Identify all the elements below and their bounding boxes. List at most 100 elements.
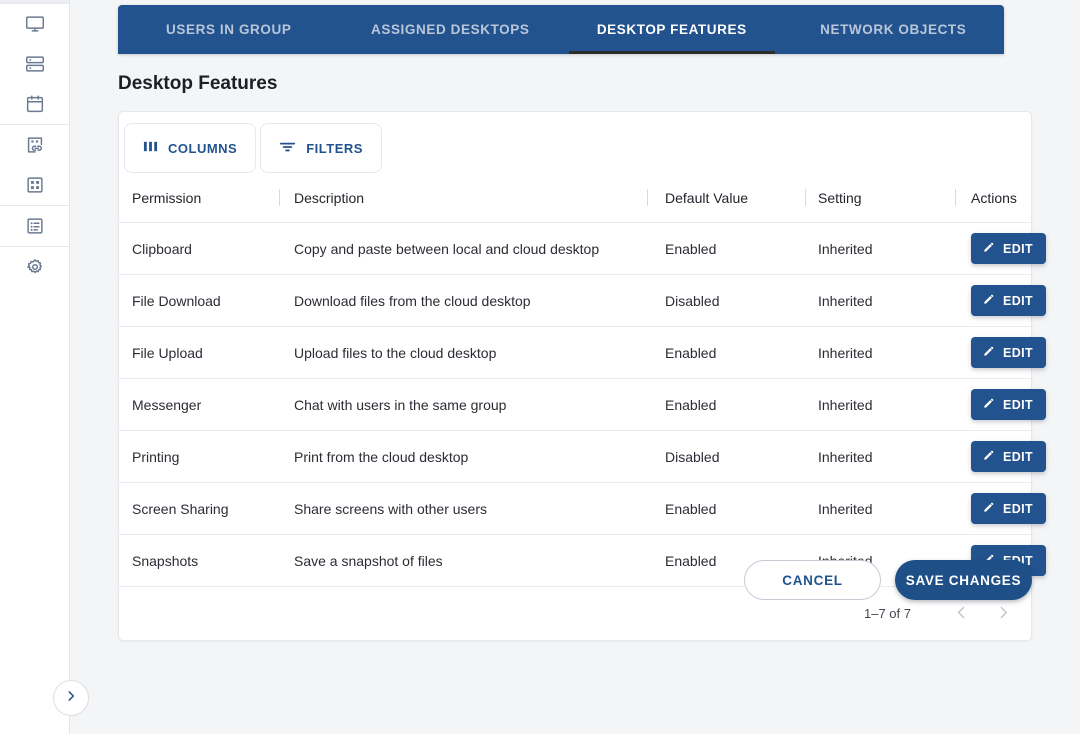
cell-description: Upload files to the cloud desktop: [279, 327, 647, 379]
pagination-prev-button[interactable]: [943, 596, 979, 632]
column-header-label: Actions: [971, 190, 1017, 206]
pagination-range: 1–7 of 7: [864, 606, 911, 621]
column-header-label: Setting: [818, 190, 862, 206]
tab-label: DESKTOP FEATURES: [597, 22, 747, 37]
sidebar-item-groups[interactable]: [0, 206, 69, 246]
cell-default-value: Enabled: [647, 379, 805, 431]
save-changes-button[interactable]: SAVE CHANGES: [895, 560, 1032, 600]
cell-setting: Inherited: [805, 275, 955, 327]
table-row: PrintingPrint from the cloud desktopDisa…: [119, 431, 1033, 483]
edit-button-label: EDIT: [1003, 450, 1033, 464]
tab-network-objects[interactable]: NETWORK OBJECTS: [783, 5, 1005, 54]
chevron-left-icon: [953, 604, 970, 624]
cell-actions: EDIT: [955, 483, 1033, 535]
cell-permission: Messenger: [119, 379, 279, 431]
sidebar-item-applications[interactable]: [0, 165, 69, 205]
cell-description: Download files from the cloud desktop: [279, 275, 647, 327]
columns-icon: [143, 139, 158, 157]
tab-label: ASSIGNED DESKTOPS: [371, 22, 529, 37]
sidebar-group: [0, 4, 69, 124]
desktop-features-page: USERS IN GROUP ASSIGNED DESKTOPS DESKTOP…: [0, 0, 1080, 734]
cell-default-value: Disabled: [647, 431, 805, 483]
cell-description: Copy and paste between local and cloud d…: [279, 223, 647, 275]
column-separator: [805, 189, 806, 206]
cell-setting: Inherited: [805, 431, 955, 483]
edit-button[interactable]: EDIT: [971, 389, 1046, 420]
monitor-icon: [24, 13, 46, 35]
edit-button[interactable]: EDIT: [971, 337, 1046, 368]
table-row: ClipboardCopy and paste between local an…: [119, 223, 1033, 275]
sidebar-item-settings[interactable]: [0, 247, 69, 287]
cancel-button[interactable]: CANCEL: [744, 560, 881, 600]
tab-assigned-desktops[interactable]: ASSIGNED DESKTOPS: [340, 5, 562, 54]
cell-setting: Inherited: [805, 223, 955, 275]
sidebar-expand-toggle[interactable]: [53, 680, 89, 716]
edit-button[interactable]: EDIT: [971, 441, 1046, 472]
sidebar-group: [0, 246, 69, 287]
cell-actions: EDIT: [955, 431, 1033, 483]
filters-button-label: FILTERS: [306, 141, 363, 156]
sidebar-item-desktops[interactable]: [0, 4, 69, 44]
edit-button-label: EDIT: [1003, 294, 1033, 308]
cell-default-value: Enabled: [647, 483, 805, 535]
pencil-icon: [982, 292, 996, 309]
column-header-permission[interactable]: Permission: [119, 184, 279, 223]
pagination-next-button[interactable]: [985, 596, 1021, 632]
table-head: Permission Description Default Value: [119, 184, 1033, 223]
sidebar-item-network[interactable]: [0, 125, 69, 165]
table-body: ClipboardCopy and paste between local an…: [119, 223, 1033, 587]
pencil-icon: [982, 500, 996, 517]
columns-button-label: COLUMNS: [168, 141, 237, 156]
chevron-right-icon: [995, 604, 1012, 624]
tab-label: NETWORK OBJECTS: [820, 22, 966, 37]
cell-default-value: Enabled: [647, 327, 805, 379]
edit-button-label: EDIT: [1003, 242, 1033, 256]
edit-button[interactable]: EDIT: [971, 493, 1046, 524]
column-header-default-value[interactable]: Default Value: [647, 184, 805, 223]
table-header-row: Permission Description Default Value: [119, 184, 1033, 223]
cell-setting: Inherited: [805, 327, 955, 379]
cell-default-value: Disabled: [647, 275, 805, 327]
filters-button[interactable]: FILTERS: [260, 123, 382, 173]
cell-actions: EDIT: [955, 327, 1033, 379]
column-header-description[interactable]: Description: [279, 184, 647, 223]
edit-button-label: EDIT: [1003, 346, 1033, 360]
cell-permission: Screen Sharing: [119, 483, 279, 535]
pencil-icon: [982, 448, 996, 465]
cell-default-value: Enabled: [647, 223, 805, 275]
sidebar-item-servers[interactable]: [0, 44, 69, 84]
cell-setting: Inherited: [805, 379, 955, 431]
edit-button-label: EDIT: [1003, 502, 1033, 516]
cell-description: Share screens with other users: [279, 483, 647, 535]
column-header-setting[interactable]: Setting: [805, 184, 955, 223]
chevron-right-icon: [64, 689, 78, 708]
gear-icon: [24, 256, 46, 278]
column-header-actions: Actions: [955, 184, 1033, 223]
column-header-label: Permission: [132, 190, 201, 206]
edit-button[interactable]: EDIT: [971, 285, 1046, 316]
page-title: Desktop Features: [118, 73, 277, 95]
edit-button-label: EDIT: [1003, 398, 1033, 412]
cell-actions: EDIT: [955, 379, 1033, 431]
tab-users-in-group[interactable]: USERS IN GROUP: [118, 5, 340, 54]
calendar-icon: [24, 93, 46, 115]
pencil-icon: [982, 344, 996, 361]
filter-icon: [279, 139, 296, 157]
server-icon: [24, 53, 46, 75]
table-row: File DownloadDownload files from the clo…: [119, 275, 1033, 327]
tab-desktop-features[interactable]: DESKTOP FEATURES: [561, 5, 783, 54]
table-toolbar: COLUMNS FILTERS: [119, 112, 1031, 184]
cell-description: Print from the cloud desktop: [279, 431, 647, 483]
sidebar-group: [0, 124, 69, 205]
columns-button[interactable]: COLUMNS: [124, 123, 256, 173]
column-separator: [955, 189, 956, 206]
list-icon: [24, 215, 46, 237]
table-row: MessengerChat with users in the same gro…: [119, 379, 1033, 431]
edit-button[interactable]: EDIT: [971, 233, 1046, 264]
cell-actions: EDIT: [955, 275, 1033, 327]
cell-description: Chat with users in the same group: [279, 379, 647, 431]
main-content: USERS IN GROUP ASSIGNED DESKTOPS DESKTOP…: [70, 0, 1080, 734]
sidebar-item-schedule[interactable]: [0, 84, 69, 124]
column-header-label: Description: [294, 190, 364, 206]
grid-apps-icon: [24, 174, 46, 196]
